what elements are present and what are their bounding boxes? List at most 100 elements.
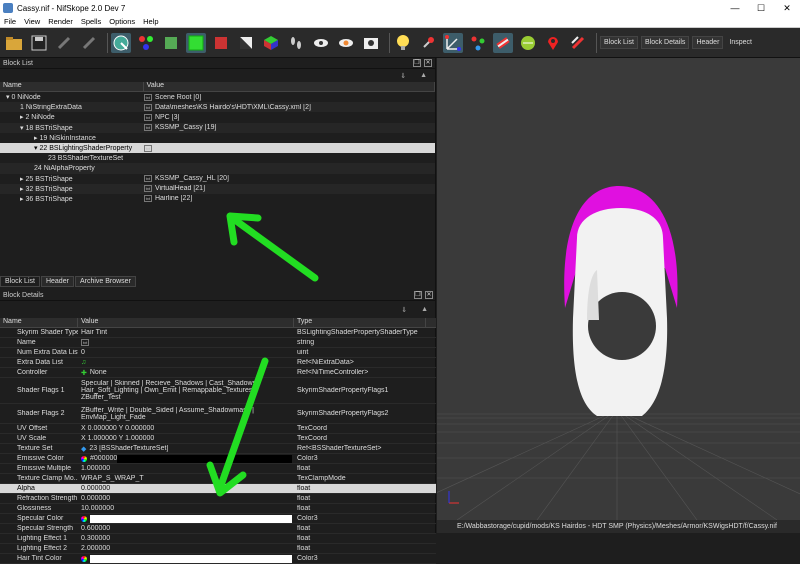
detail-row[interactable]: Texture Clamp Mo... WRAP_S_WRAP_T TexClamp… xyxy=(0,474,436,484)
tab-header[interactable]: Header xyxy=(40,276,74,287)
collapse-icon[interactable]: ⇓ xyxy=(401,306,407,314)
header-toggle[interactable]: Header xyxy=(692,36,724,49)
maximize-button[interactable]: ☐ xyxy=(748,3,774,14)
block-details-toggle[interactable]: Block Details xyxy=(640,36,690,49)
color-wheel-icon[interactable] xyxy=(81,515,87,522)
detail-row[interactable]: Controller ✚ None Ref<NiTimeController> xyxy=(0,368,436,378)
filter-icon[interactable]: ▲ xyxy=(420,72,427,79)
column-value[interactable]: Value xyxy=(78,318,294,327)
color-wheel-icon[interactable] xyxy=(81,555,87,562)
detail-value[interactable]: 10.000000 xyxy=(78,505,294,512)
minimize-button[interactable]: — xyxy=(722,3,748,14)
menu-help[interactable]: Help xyxy=(139,17,162,26)
float-icon[interactable]: ❐ xyxy=(414,291,422,299)
tree-row[interactable]: 1 NiStringExtraData txt Data\meshes\KS Hai… xyxy=(0,102,435,113)
close-panel-icon[interactable]: ✕ xyxy=(424,59,432,67)
close-button[interactable]: ✕ xyxy=(774,3,800,14)
menu-file[interactable]: File xyxy=(0,17,20,26)
detail-value[interactable]: 1.000000 xyxy=(78,465,294,472)
column-name[interactable]: Name xyxy=(0,318,78,327)
filter-icon[interactable]: ▲ xyxy=(421,306,428,313)
menu-spells[interactable]: Spells xyxy=(77,17,105,26)
menu-view[interactable]: View xyxy=(20,17,44,26)
color-cube-icon[interactable] xyxy=(261,33,281,53)
bone-icon[interactable] xyxy=(493,32,513,53)
detail-value[interactable]: 0 xyxy=(78,349,294,356)
detail-row[interactable]: Glossiness 10.000000 float xyxy=(0,504,436,514)
detail-row[interactable]: Lighting Effect 2 2.000000 float xyxy=(0,544,436,554)
tree-row[interactable]: ▾ 22 BSLightingShaderProperty txt xyxy=(0,142,435,154)
menu-options[interactable]: Options xyxy=(105,17,139,26)
load-view-icon[interactable] xyxy=(54,33,74,53)
detail-row[interactable]: Shader Flags 2 ZBuffer_Write | Double_Sid… xyxy=(0,404,436,424)
detail-value[interactable]: 0.000000 xyxy=(78,485,294,492)
collapse-icon[interactable]: ⇓ xyxy=(400,72,406,80)
detail-value[interactable]: X 1.000000 Y 1.000000 xyxy=(78,435,294,442)
save-view-icon[interactable] xyxy=(79,33,99,53)
add-icon[interactable]: ✚ xyxy=(81,369,87,377)
detail-row[interactable]: Texture Set ◆ 23 [BSShaderTextureSet] Ref<B… xyxy=(0,444,436,454)
detail-row[interactable]: Specular Color Color3 xyxy=(0,514,436,524)
solid-mode-icon[interactable] xyxy=(186,32,206,53)
constraint-icon[interactable] xyxy=(568,33,588,53)
detail-value[interactable]: ◆ 23 [BSShaderTextureSet] xyxy=(78,445,294,453)
detail-value[interactable]: ✚ None xyxy=(78,369,294,377)
detail-row[interactable]: Shader Flags 1 Specular | Skinned | Recie… xyxy=(0,378,436,404)
tree-row[interactable]: 24 NiAlphaProperty xyxy=(0,163,435,174)
tab-archive-browser[interactable]: Archive Browser xyxy=(74,276,136,287)
detail-row[interactable]: Emissive Color #000000 Color3 xyxy=(0,454,436,464)
tree-row[interactable]: ▾ 18 BSTriShape txt KSSMP_Cassy [19] xyxy=(0,122,435,133)
tree-row[interactable]: ▸ 2 NiNode txt NPC [3] xyxy=(0,112,435,122)
detail-value[interactable]: X 0.000000 Y 0.000000 xyxy=(78,425,294,432)
camera-icon[interactable] xyxy=(361,33,381,53)
tree-row[interactable]: ▾ 0 NiNode txt Scene Root [0] xyxy=(0,92,435,102)
link-icon[interactable]: ♫ xyxy=(81,359,86,366)
block-list-toggle[interactable]: Block List xyxy=(600,36,638,49)
detail-row[interactable]: Skyrim Shader Type Hair Tint BSLightingSha… xyxy=(0,328,436,338)
detail-value[interactable]: 2.000000 xyxy=(78,545,294,552)
pin-icon[interactable] xyxy=(418,33,438,53)
eye-icon[interactable] xyxy=(311,33,331,53)
red-cube-icon[interactable] xyxy=(211,33,231,53)
detail-row[interactable]: Name txt string xyxy=(0,338,436,348)
axes-icon[interactable] xyxy=(443,32,463,53)
tree-row[interactable]: 23 BSShaderTextureSet xyxy=(0,153,435,163)
detail-row[interactable]: UV Scale X 1.000000 Y 1.000000 TexCoord xyxy=(0,434,436,444)
detail-value[interactable]: txt xyxy=(78,339,294,346)
lightbulb-icon[interactable] xyxy=(393,33,413,53)
color-bar[interactable] xyxy=(117,454,292,463)
select-mode-icon[interactable] xyxy=(111,32,131,53)
color-wheel-icon[interactable] xyxy=(81,455,87,462)
detail-row[interactable]: Emissive Multiple 1.000000 float xyxy=(0,464,436,474)
column-value[interactable]: Value xyxy=(144,82,435,91)
tree-row[interactable]: ▸ 32 BSTriShape txt VirtualHead [21] xyxy=(0,183,435,194)
half-cube-icon[interactable] xyxy=(236,33,256,53)
detail-row[interactable]: Alpha 0.000000 float xyxy=(0,484,436,494)
detail-value[interactable]: Hair Tint xyxy=(78,329,294,336)
detail-row[interactable]: Refraction Strength 0.000000 float xyxy=(0,494,436,504)
collision-icon[interactable] xyxy=(518,33,538,53)
detail-value[interactable]: 0.000000 xyxy=(78,495,294,502)
detail-value[interactable]: ♫ xyxy=(78,359,294,366)
tree-row[interactable]: ▸ 25 BSTriShape txt KSSMP_Cassy_HL [20] xyxy=(0,174,435,184)
column-name[interactable]: Name xyxy=(0,82,144,91)
footprints-icon[interactable] xyxy=(286,33,306,53)
open-icon[interactable] xyxy=(4,33,24,53)
detail-value[interactable]: WRAP_S_WRAP_T xyxy=(78,475,294,482)
vertex-color-icon[interactable] xyxy=(136,33,156,53)
menu-render[interactable]: Render xyxy=(44,17,77,26)
tab-block-list[interactable]: Block List xyxy=(0,276,40,287)
marker-icon[interactable] xyxy=(543,33,563,53)
color-bar[interactable] xyxy=(90,554,292,563)
detail-row[interactable]: Num Extra Data List 0 uint xyxy=(0,348,436,358)
save-icon[interactable] xyxy=(29,33,49,53)
detail-row[interactable]: Extra Data List ♫ Ref<NiExtraData> xyxy=(0,358,436,368)
link-icon[interactable]: ◆ xyxy=(81,445,86,453)
render-viewport[interactable] xyxy=(437,58,800,520)
close-panel-icon[interactable]: ✕ xyxy=(425,291,433,299)
detail-row[interactable]: Hair Tint Color Color3 xyxy=(0,554,436,564)
color-bar[interactable] xyxy=(90,514,292,523)
tree-row[interactable]: ▸ 19 NiSkinInstance xyxy=(0,133,435,143)
float-icon[interactable]: ❐ xyxy=(413,59,421,67)
texture-mode-icon[interactable] xyxy=(161,33,181,53)
